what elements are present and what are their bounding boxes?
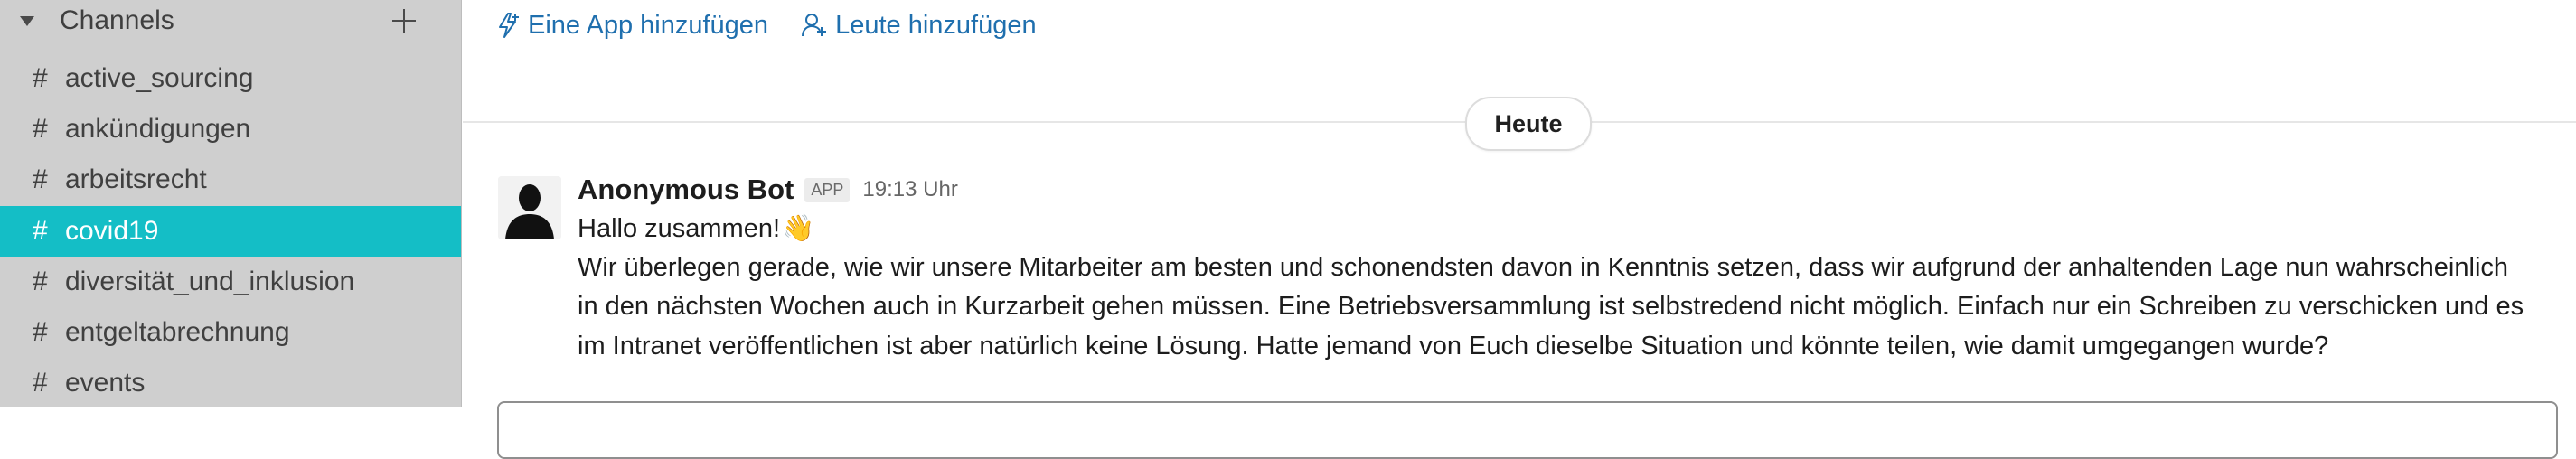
channel-name: ankündigungen bbox=[65, 114, 251, 144]
add-app-label: Eine App hinzufügen bbox=[528, 10, 769, 40]
message-text-line: im Intranet veröffentlichen ist aber nat… bbox=[578, 332, 2329, 361]
sidebar: Channels # active_sourcing # ankündigung… bbox=[0, 0, 462, 407]
hash-icon: # bbox=[33, 216, 48, 246]
channel-actions: Eine App hinzufügen Leute hinzufügen bbox=[495, 5, 1069, 45]
message-header: Anonymous Bot APP 19:13 Uhr bbox=[578, 172, 958, 208]
add-app-button[interactable]: Eine App hinzufügen bbox=[495, 11, 768, 41]
waving-hand-emoji: 👋 bbox=[782, 214, 815, 243]
chevron-down-icon[interactable] bbox=[20, 15, 34, 26]
message-author[interactable]: Anonymous Bot bbox=[578, 173, 794, 206]
channel-name: covid19 bbox=[65, 216, 159, 246]
message-text-line: Wir überlegen gerade, wie wir unsere Mit… bbox=[578, 253, 2509, 282]
hash-icon: # bbox=[33, 63, 48, 93]
message-greeting-line: Hallo zusammen!👋 bbox=[578, 213, 814, 244]
sidebar-item-ankuendigungen[interactable]: # ankündigungen bbox=[0, 104, 461, 155]
hash-icon: # bbox=[33, 368, 48, 398]
sidebar-item-diversitaet[interactable]: # diversität_und_inklusion bbox=[0, 257, 461, 307]
hash-icon: # bbox=[33, 267, 48, 296]
avatar[interactable] bbox=[498, 176, 561, 239]
person-plus-icon bbox=[802, 14, 827, 37]
app-badge: APP bbox=[804, 177, 851, 202]
message-text-line: in den nächsten Wochen auch in Kurzarbei… bbox=[578, 292, 2524, 321]
channel-name: active_sourcing bbox=[65, 63, 254, 93]
message-timestamp[interactable]: 19:13 Uhr bbox=[862, 177, 957, 202]
channel-name: arbeitsrecht bbox=[65, 164, 207, 194]
message-composer[interactable] bbox=[497, 401, 2558, 459]
channel-name: diversität_und_inklusion bbox=[65, 267, 355, 296]
sidebar-item-arbeitsrecht[interactable]: # arbeitsrecht bbox=[0, 155, 461, 205]
day-divider-pill[interactable]: Heute bbox=[1465, 97, 1592, 151]
sidebar-item-active-sourcing[interactable]: # active_sourcing bbox=[0, 53, 461, 104]
channels-section-header[interactable]: Channels bbox=[20, 0, 427, 42]
hash-icon: # bbox=[33, 317, 48, 347]
lightning-plus-icon bbox=[499, 13, 519, 38]
channels-title: Channels bbox=[60, 5, 174, 35]
channel-name: entgeltabrechnung bbox=[65, 317, 290, 347]
hash-icon: # bbox=[33, 164, 48, 194]
add-people-button[interactable]: Leute hinzufügen bbox=[801, 11, 1037, 41]
message-greeting: Hallo zusammen! bbox=[578, 214, 781, 243]
sidebar-item-covid19[interactable]: # covid19 bbox=[0, 206, 461, 257]
default-user-icon bbox=[498, 176, 561, 239]
add-channel-icon[interactable] bbox=[383, 0, 425, 42]
sidebar-item-events[interactable]: # events bbox=[0, 358, 461, 408]
hash-icon: # bbox=[33, 114, 48, 144]
add-people-label: Leute hinzufügen bbox=[835, 10, 1037, 40]
channel-name: events bbox=[65, 368, 146, 398]
sidebar-item-entgeltabrechnung[interactable]: # entgeltabrechnung bbox=[0, 307, 461, 358]
